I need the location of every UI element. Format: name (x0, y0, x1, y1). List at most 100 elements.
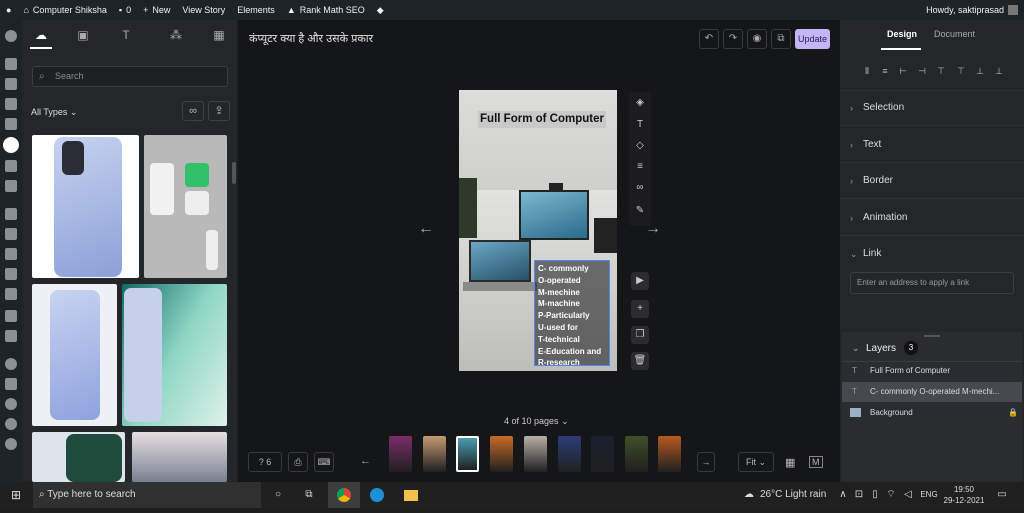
chevron-up-icon[interactable]: ∧ (838, 482, 848, 508)
animation-icon[interactable]: ≡ (633, 160, 647, 174)
help-button[interactable]: ? 6 (248, 452, 282, 472)
media-icon[interactable] (5, 78, 17, 90)
page-thumbnail[interactable] (423, 436, 446, 472)
tab-design[interactable]: Design (887, 29, 917, 39)
layer-row[interactable]: T Full Form of Computer (842, 361, 1022, 381)
clear-style-icon[interactable]: ✎ (633, 204, 647, 218)
language-indicator[interactable]: ENG (918, 482, 940, 508)
layout-icon[interactable] (5, 310, 17, 322)
page-heading[interactable]: Full Form of Computer (478, 111, 606, 128)
chrome-taskbar-button[interactable] (328, 482, 360, 508)
task-view-icon[interactable]: ⧉ (298, 482, 320, 508)
upload-button[interactable]: ⇪ (208, 101, 230, 121)
align-left-icon[interactable]: ⫴ (862, 66, 872, 76)
scrollbar-thumb[interactable] (232, 162, 236, 184)
chevron-down-icon[interactable]: ⌄ (852, 343, 860, 354)
page-thumbnail[interactable] (558, 436, 581, 472)
page-thumbnail[interactable] (591, 436, 614, 472)
taskbar-search[interactable]: ⌕ Type here to search (33, 482, 261, 508)
media-item[interactable] (32, 135, 139, 278)
users-icon[interactable] (5, 248, 17, 260)
align-top-icon[interactable]: ⊤ (956, 66, 966, 76)
upload-tab-icon[interactable]: ☁ (33, 28, 49, 42)
story-title[interactable]: कंप्यूटर क्या है और उसके प्रकार (249, 31, 373, 46)
zoom-select[interactable]: Fit ⌄ (738, 452, 774, 472)
wrench-icon[interactable] (5, 268, 17, 280)
elements-link[interactable]: Elements (231, 0, 281, 20)
pin-icon[interactable] (5, 58, 17, 70)
fill-icon[interactable]: ◈ (633, 96, 647, 110)
update-button[interactable]: Update (795, 29, 830, 49)
play-icon[interactable] (5, 438, 17, 450)
headset-icon[interactable] (5, 418, 17, 430)
keyboard-shortcuts-icon[interactable]: ⌨ (314, 452, 334, 472)
align-end-icon[interactable]: ⊤ (936, 66, 946, 76)
brush-icon[interactable] (5, 208, 17, 220)
story-page[interactable]: Full Form of Computer C- commonly O-oper… (459, 90, 617, 371)
link-input[interactable]: Enter an address to apply a link (850, 272, 1014, 294)
undo-button[interactable]: ↶ (699, 29, 719, 49)
mail-icon[interactable] (5, 160, 17, 172)
battery-icon[interactable]: ▯ (870, 482, 880, 508)
media-item[interactable] (32, 432, 125, 482)
section-selection[interactable]: › Selection (840, 90, 1024, 126)
bolt-icon[interactable] (5, 398, 17, 410)
page-counter[interactable]: 4 of 10 pages ⌄ (504, 416, 569, 427)
link-button[interactable]: ∞ (182, 101, 204, 121)
checklist-button[interactable]: ⧉ (771, 29, 791, 49)
templates-tab-icon[interactable]: ▦ (211, 28, 227, 42)
page-thumbnail[interactable] (625, 436, 648, 472)
page-thumbnail-active[interactable] (456, 436, 479, 472)
layer-row[interactable]: Background 🔒 (842, 403, 1022, 423)
media-item[interactable] (132, 432, 227, 482)
text-tab-icon[interactable]: T (118, 28, 134, 42)
page-thumbnail[interactable] (658, 436, 681, 472)
add-page-button[interactable]: + (631, 300, 649, 318)
weather-text[interactable]: 26°C Light rain (760, 482, 832, 508)
wifi-icon[interactable]: ⌔ (886, 482, 896, 508)
thumbnail-next-arrow-icon[interactable]: → (697, 452, 715, 472)
text-style-icon[interactable]: T (633, 118, 647, 132)
align-center-icon[interactable]: ≡ (880, 66, 890, 76)
notifications-icon[interactable]: ▭ (994, 482, 1010, 508)
page-text-box[interactable]: C- commonly O-operated M-mechine M-machi… (534, 260, 610, 367)
link-icon[interactable]: ∞ (633, 181, 647, 195)
wordpress-logo-icon[interactable]: ● (0, 0, 17, 20)
shapes-tab-icon[interactable]: ⁂ (168, 28, 184, 42)
grid-view-icon[interactable]: ▦ (785, 456, 795, 469)
windows-start-icon[interactable]: ⊞ (8, 482, 24, 508)
delete-page-button[interactable]: 🗑 (631, 352, 649, 370)
plugin-icon[interactable] (5, 228, 17, 240)
page-thumbnail[interactable] (524, 436, 547, 472)
section-link[interactable]: ⌄ Link (840, 236, 1024, 272)
align-start-icon[interactable]: ⊢ (898, 66, 908, 76)
checklist-icon[interactable]: ⎙ (288, 452, 308, 472)
clock[interactable]: 19:50 29-12-2021 (942, 482, 986, 508)
media-item[interactable] (144, 135, 227, 278)
page-thumbnail[interactable] (490, 436, 513, 472)
chart-icon[interactable] (5, 180, 17, 192)
media-item[interactable] (122, 284, 227, 426)
view-story-link[interactable]: View Story (176, 0, 231, 20)
comments-link[interactable]: ▪ 0 (113, 0, 137, 20)
checklist-icon[interactable] (5, 330, 17, 342)
thumbnail-prev-arrow-icon[interactable]: ← (360, 455, 371, 467)
volume-icon[interactable]: ◁ (902, 482, 914, 508)
site-name-link[interactable]: ⌂ Computer Shiksha (17, 0, 112, 20)
align-bottom-icon[interactable]: ⊥ (994, 66, 1004, 76)
pages-icon[interactable] (5, 98, 17, 110)
media-tab-icon[interactable]: ▣ (75, 28, 91, 42)
tab-document[interactable]: Document (934, 29, 975, 39)
section-border[interactable]: › Border (840, 163, 1024, 199)
cortana-icon[interactable]: ○ (268, 482, 288, 508)
weather-icon[interactable]: ☁ (742, 482, 756, 508)
rank-math-link[interactable]: ▲ Rank Math SEO (281, 0, 371, 20)
share-icon[interactable] (5, 358, 17, 370)
preview-eye-icon[interactable]: ◉ (747, 29, 767, 49)
search-input[interactable]: Search (32, 66, 228, 87)
lock-icon[interactable]: 🔒 (1008, 403, 1018, 423)
type-filter-dropdown[interactable]: All Types ⌄ (31, 107, 77, 118)
drag-handle[interactable] (924, 335, 940, 337)
diamond-icon[interactable]: ◆ (371, 0, 390, 20)
page-thumbnail[interactable] (389, 436, 412, 472)
